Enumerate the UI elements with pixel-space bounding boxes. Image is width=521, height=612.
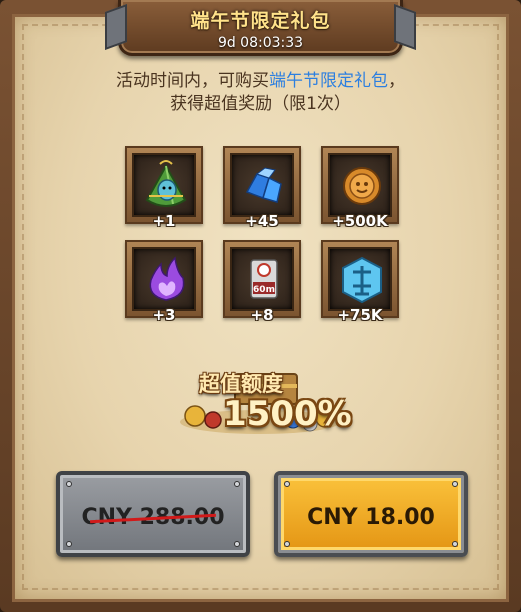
reward-slot-crystal[interactable]: +45 xyxy=(223,146,301,230)
reward-slot-rune[interactable]: +75K xyxy=(321,240,399,324)
reward-qty: +8 xyxy=(250,306,274,324)
description-suffix: ， xyxy=(388,71,405,91)
title-plate: 端午节限定礼包 9d 08:03:33 xyxy=(118,0,403,56)
reward-qty: +1 xyxy=(152,212,176,230)
reward-qty: +500K xyxy=(332,212,388,230)
page-title: 端午节限定礼包 xyxy=(190,10,331,32)
value-banner: 超值额度 1500% xyxy=(165,360,365,440)
description-line-1: 活动时间内，可购买端午节限定礼包， xyxy=(40,70,481,93)
reward-qty: +3 xyxy=(152,306,176,324)
highlight-pack-name: 端午节限定礼包 xyxy=(269,71,388,91)
reward-qty: +75K xyxy=(337,306,383,324)
buy-button[interactable]: CNY 18.00 xyxy=(274,471,468,557)
description-line-2: 获得超值奖励（限1次） xyxy=(170,94,351,114)
reward-qty: +45 xyxy=(245,212,279,230)
value-percent: 1500% xyxy=(223,394,352,434)
countdown-timer: 9d 08:03:33 xyxy=(217,35,304,51)
description-prefix: 活动时间内，可购买 xyxy=(116,71,269,91)
offer-description: 活动时间内，可购买端午节限定礼包， 获得超值奖励（限1次） xyxy=(40,70,481,116)
reward-slot-speedup[interactable]: 60m +8 xyxy=(223,240,301,324)
speedup-label: 60m xyxy=(253,285,275,295)
reward-slot-zongzi[interactable]: +1 xyxy=(125,146,203,230)
sale-price-label: CNY 18.00 xyxy=(307,505,435,530)
reward-slot-flame[interactable]: +3 xyxy=(125,240,203,324)
original-price-button: CNY 288.00 xyxy=(56,471,250,557)
reward-slot-gold[interactable]: +500K xyxy=(321,146,399,230)
